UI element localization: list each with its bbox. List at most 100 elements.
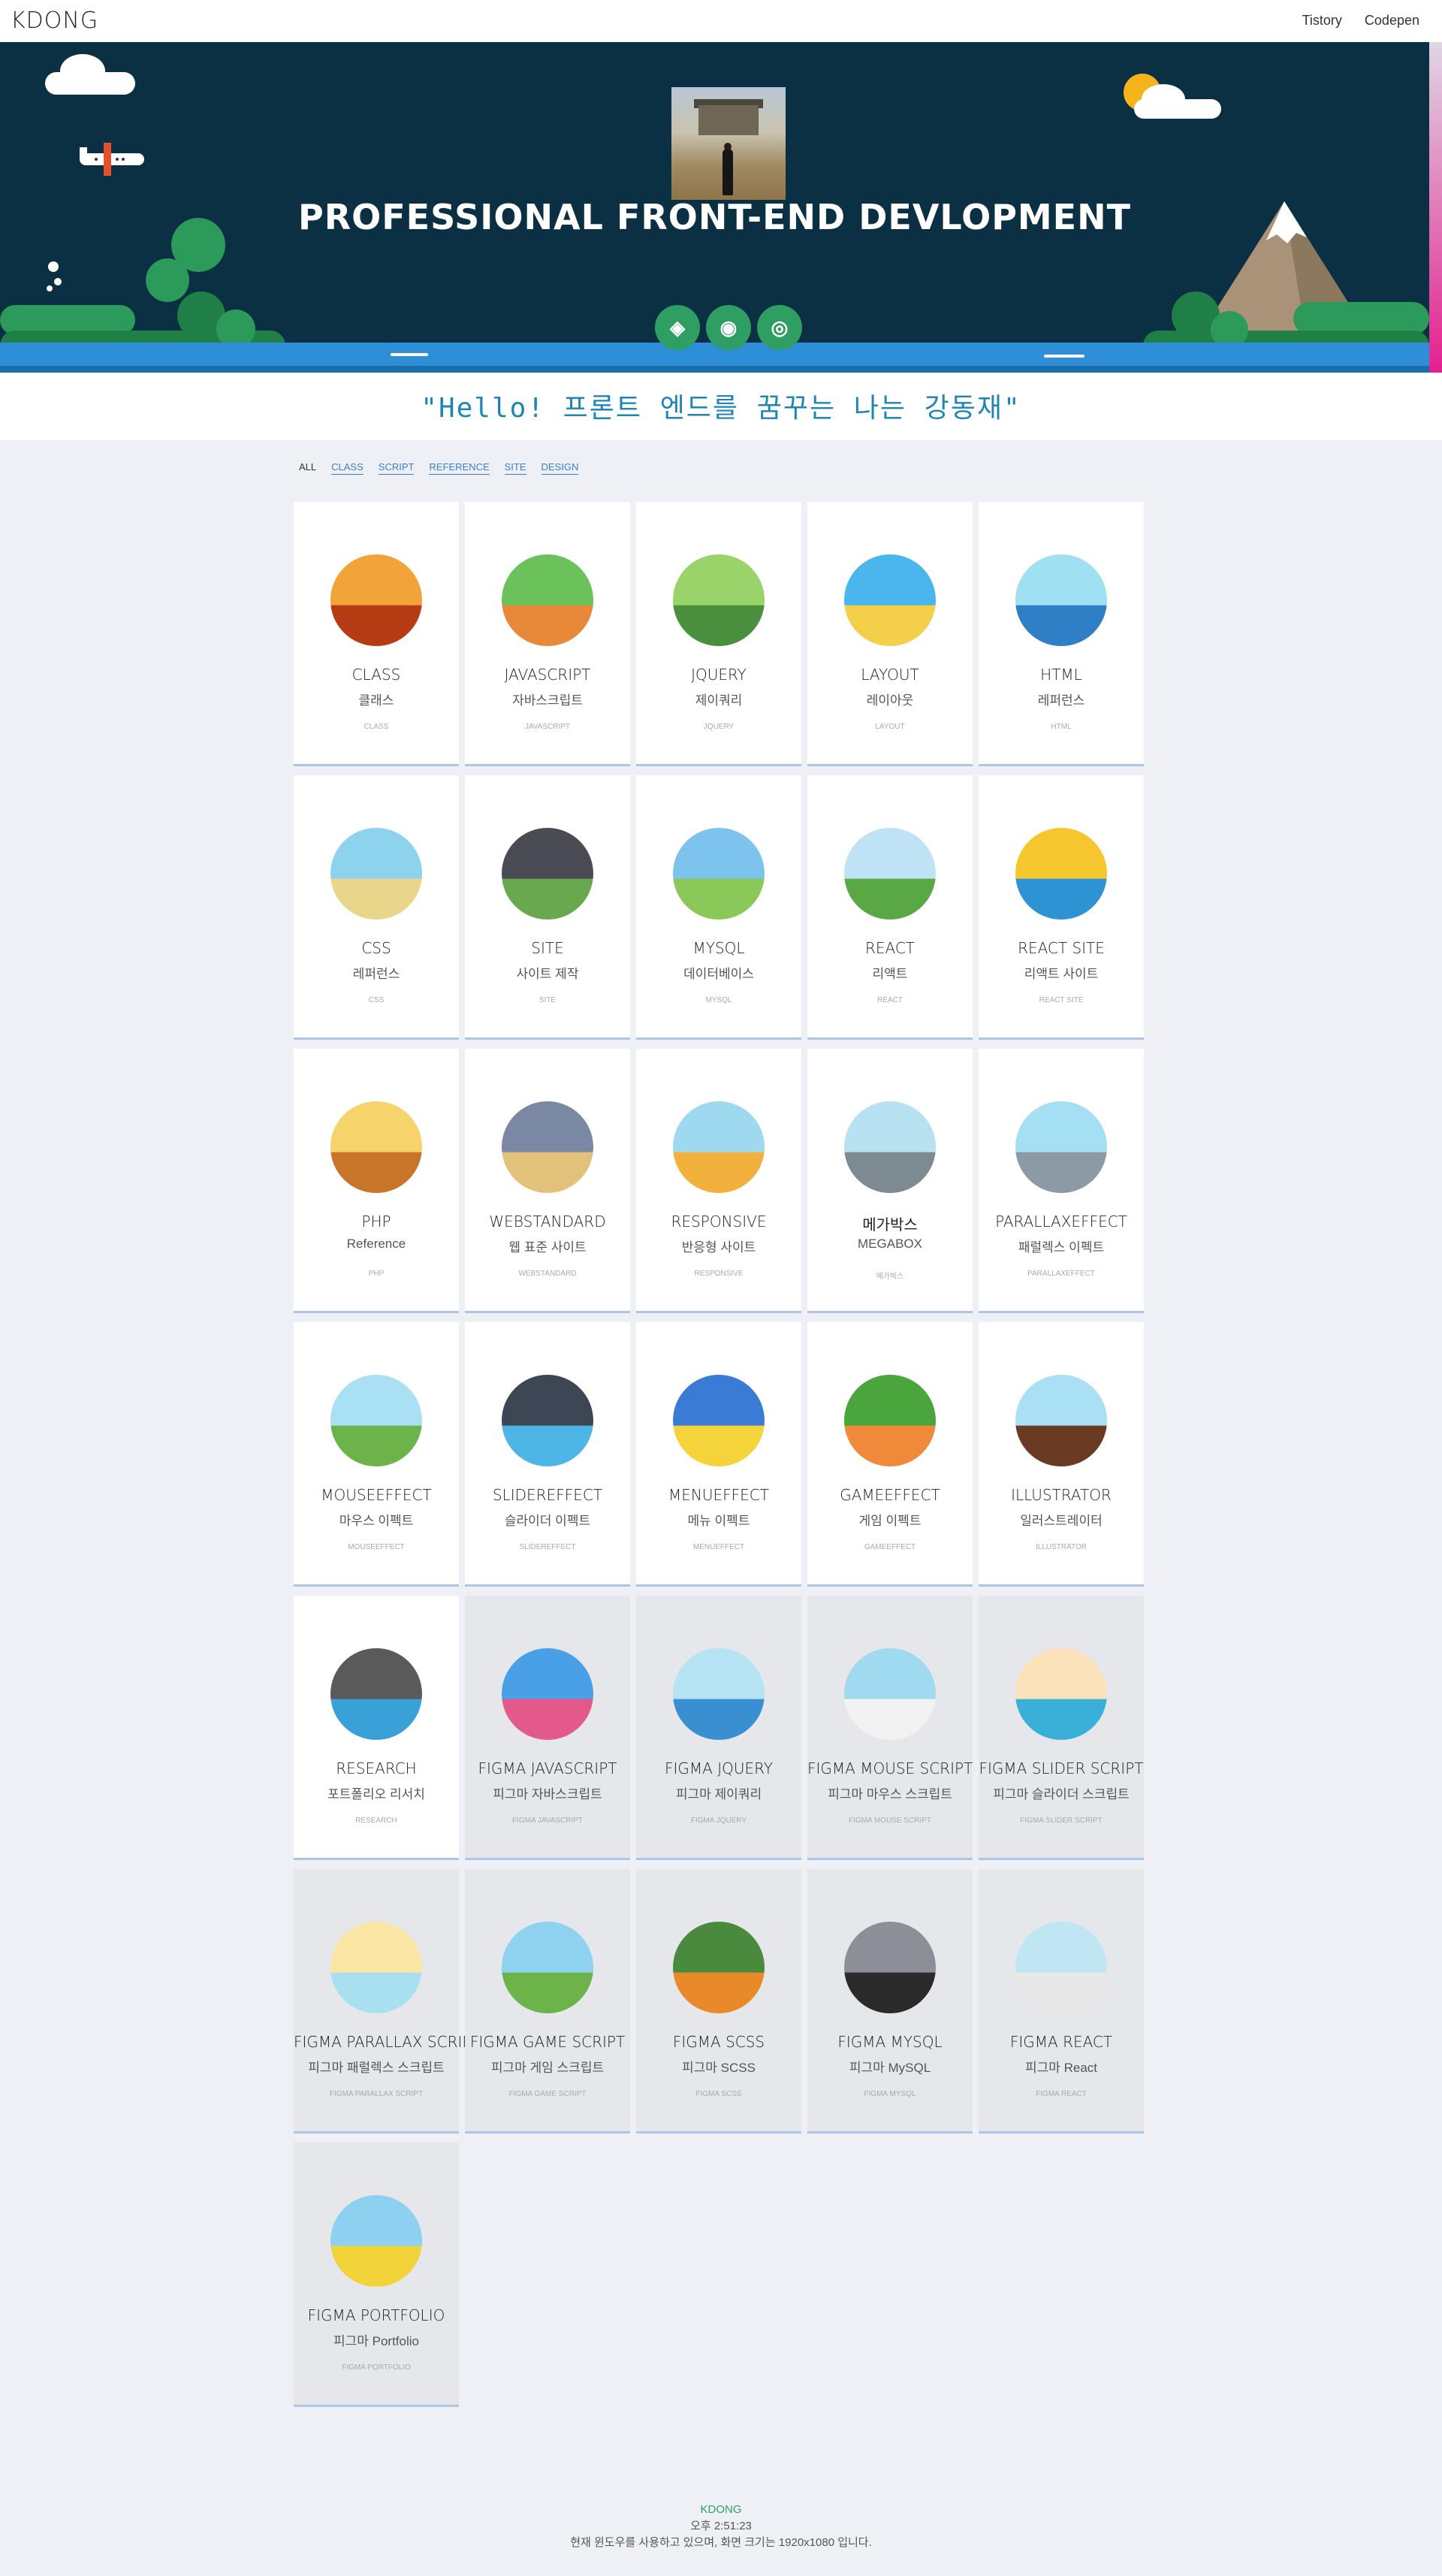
project-card[interactable]: REACT SITE 리액트 사이트 REACT SITE bbox=[979, 775, 1144, 1040]
card-tag: FIGMA SLIDER SCRIPT bbox=[1020, 1816, 1103, 1825]
card-title: MYSQL bbox=[692, 939, 745, 957]
bubble-2 bbox=[54, 278, 62, 285]
card-subtitle: 일러스트레이터 bbox=[1020, 1514, 1103, 1528]
card-tag: MYSQL bbox=[705, 996, 732, 1004]
footer-brand: KDONG bbox=[700, 2503, 742, 2516]
card-title: PARALLAXEFFECT bbox=[995, 1213, 1127, 1231]
card-tag: PARALLAXEFFECT bbox=[1027, 1270, 1095, 1278]
project-card[interactable]: FIGMA JAVASCRIPT 피그마 자바스크립트 FIGMA JAVASCRI… bbox=[465, 1596, 630, 1860]
filter-class[interactable]: CLASS bbox=[331, 461, 364, 475]
project-card[interactable]: HTML 레퍼런스 HTML bbox=[979, 502, 1144, 766]
project-card[interactable]: RESPONSIVE 반응형 사이트 RESPONSIVE bbox=[636, 1049, 801, 1313]
water-deep bbox=[0, 366, 1429, 373]
card-title: CSS bbox=[361, 939, 391, 957]
filter-all[interactable]: ALL bbox=[299, 461, 316, 475]
project-card[interactable]: FIGMA MYSQL 피그마 MySQL FIGMA MYSQL bbox=[807, 1869, 973, 2134]
intro-quote: "Hello! 프론트 엔드를 꿈꾸는 나는 강동재" bbox=[421, 393, 1021, 424]
profile-photo bbox=[671, 87, 786, 200]
card-subtitle: 피그마 Portfolio bbox=[333, 2334, 419, 2348]
card-tag: FIGMA GAME SCRIPT bbox=[508, 2090, 587, 2098]
project-card[interactable]: FIGMA MOUSE SCRIPT 피그마 마우스 스크립트 FIGMA MOUS… bbox=[807, 1596, 973, 1860]
wave-2 bbox=[1044, 355, 1085, 358]
card-illustration-icon bbox=[1015, 1375, 1107, 1466]
card-subtitle: 포트폴리오 리서치 bbox=[327, 1787, 425, 1801]
github-icon[interactable]: ◉ bbox=[706, 305, 751, 350]
card-tag: REACT SITE bbox=[1039, 996, 1084, 1004]
card-subtitle: 패럴렉스 이펙트 bbox=[1018, 1240, 1105, 1255]
card-subtitle: 제이쿼리 bbox=[695, 693, 743, 708]
card-illustration-icon bbox=[1015, 1101, 1107, 1193]
card-tag: JAVASCRIPT bbox=[524, 723, 571, 731]
site-logo[interactable]: KDONG bbox=[11, 8, 98, 34]
card-illustration-icon bbox=[673, 828, 765, 920]
project-card[interactable]: REACT 리액트 REACT bbox=[807, 775, 973, 1040]
footer: KDONG 오후 2:51:23 현재 윈도우를 사용하고 있으며, 화면 크기… bbox=[0, 2502, 1442, 2551]
card-title: FIGMA JAVASCRIPT bbox=[478, 1759, 617, 1777]
card-tag: RESEARCH bbox=[355, 1816, 397, 1825]
project-card[interactable]: FIGMA GAME SCRIPT 피그마 게임 스크립트 FIGMA GAME S… bbox=[465, 1869, 630, 2134]
project-card[interactable]: FIGMA REACT 피그마 React FIGMA REACT bbox=[979, 1869, 1144, 2134]
card-subtitle: 피그마 React bbox=[1024, 2061, 1098, 2075]
bubble-1 bbox=[48, 261, 59, 272]
project-card[interactable]: FIGMA PARALLAX SCRIPT 피그마 패럴렉스 스크립트 FIGMA … bbox=[294, 1869, 481, 2134]
card-subtitle: 피그마 슬라이더 스크립트 bbox=[993, 1787, 1130, 1801]
card-tag: MENUEFFECT bbox=[692, 1543, 745, 1551]
project-card[interactable]: RESEARCH 포트폴리오 리서치 RESEARCH bbox=[294, 1596, 459, 1860]
project-card[interactable]: JQUERY 제이쿼리 JQUERY bbox=[636, 502, 801, 766]
card-subtitle: 피그마 SCSS bbox=[682, 2061, 756, 2075]
filter-design[interactable]: DESIGN bbox=[541, 461, 579, 475]
card-illustration-icon bbox=[1015, 1922, 1107, 2013]
project-card[interactable]: PHP Reference PHP bbox=[294, 1049, 459, 1313]
card-title: MOUSEEFFECT bbox=[321, 1486, 432, 1504]
card-illustration-icon bbox=[330, 1101, 422, 1193]
project-card[interactable]: PARALLAXEFFECT 패럴렉스 이펙트 PARALLAXEFFECT bbox=[979, 1049, 1144, 1313]
project-card[interactable]: MYSQL 데이터베이스 MYSQL bbox=[636, 775, 801, 1040]
top-bar: KDONG Tistory Codepen bbox=[0, 0, 1442, 42]
card-title: JAVASCRIPT bbox=[504, 666, 591, 684]
card-subtitle: Reference bbox=[346, 1237, 406, 1251]
card-subtitle: 반응형 사이트 bbox=[681, 1240, 756, 1255]
project-card[interactable]: MENUEFFECT 메뉴 이펙트 MENUEFFECT bbox=[636, 1322, 801, 1587]
card-illustration-icon bbox=[330, 2195, 422, 2287]
nav-link-tistory[interactable]: Tistory bbox=[1302, 13, 1342, 29]
project-card[interactable]: ILLUSTRATOR 일러스트레이터 ILLUSTRATOR bbox=[979, 1322, 1144, 1587]
card-subtitle: 리액트 bbox=[872, 967, 908, 981]
project-card[interactable]: CSS 레퍼런스 CSS bbox=[294, 775, 459, 1040]
card-title: PHP bbox=[361, 1213, 391, 1231]
project-card[interactable]: 메가박스 MEGABOX 메가박스 bbox=[807, 1049, 973, 1313]
codepen-icon[interactable]: ◈ bbox=[655, 305, 700, 350]
card-subtitle: 레퍼런스 bbox=[1037, 693, 1085, 708]
card-illustration-icon bbox=[502, 1922, 593, 2013]
card-subtitle: 피그마 게임 스크립트 bbox=[490, 2061, 605, 2075]
card-title: GAMEEFFECT bbox=[840, 1486, 940, 1504]
project-card[interactable]: FIGMA PORTFOLIO 피그마 Portfolio FIGMA PORTFO… bbox=[294, 2143, 459, 2407]
filter-site[interactable]: SITE bbox=[504, 461, 526, 475]
instagram-icon[interactable]: ◎ bbox=[757, 305, 802, 350]
project-card[interactable]: FIGMA JQUERY 피그마 제이쿼리 FIGMA JQUERY bbox=[636, 1596, 801, 1860]
nav-link-codepen[interactable]: Codepen bbox=[1365, 13, 1419, 29]
card-title: MENUEFFECT bbox=[668, 1486, 769, 1504]
card-tag: FIGMA MOUSE SCRIPT bbox=[848, 1816, 931, 1825]
card-subtitle: 피그마 제이쿼리 bbox=[675, 1787, 762, 1801]
card-illustration-icon bbox=[673, 1375, 765, 1466]
filter-script[interactable]: SCRIPT bbox=[378, 461, 415, 475]
project-card[interactable]: FIGMA SLIDER SCRIPT 피그마 슬라이더 스크립트 FIGMA SL… bbox=[979, 1596, 1144, 1860]
project-card[interactable]: WEBSTANDARD 웹 표준 사이트 WEBSTANDARD bbox=[465, 1049, 630, 1313]
project-card[interactable]: SLIDEREFFECT 슬라이더 이펙트 SLIDEREFFECT bbox=[465, 1322, 630, 1587]
project-card[interactable]: CLASS 클래스 CLASS bbox=[294, 502, 459, 766]
card-illustration-icon bbox=[330, 1375, 422, 1466]
card-subtitle: 피그마 자바스크립트 bbox=[493, 1787, 602, 1801]
social-links: ◈ ◉ ◎ bbox=[655, 305, 802, 350]
card-tag: ILLUSTRATOR bbox=[1036, 1543, 1087, 1551]
card-subtitle: 레퍼런스 bbox=[352, 967, 400, 981]
card-tag: FIGMA PARALLAX SCRIPT bbox=[329, 2090, 424, 2098]
project-card[interactable]: JAVASCRIPT 자바스크립트 JAVASCRIPT bbox=[465, 502, 630, 766]
project-card[interactable]: GAMEEFFECT 게임 이펙트 GAMEEFFECT bbox=[807, 1322, 973, 1587]
project-card[interactable]: SITE 사이트 제작 SITE bbox=[465, 775, 630, 1040]
project-card[interactable]: LAYOUT 레이아웃 LAYOUT bbox=[807, 502, 973, 766]
project-card[interactable]: MOUSEEFFECT 마우스 이펙트 MOUSEEFFECT bbox=[294, 1322, 459, 1587]
project-card[interactable]: FIGMA SCSS 피그마 SCSS FIGMA SCSS bbox=[636, 1869, 801, 2134]
card-tag: FIGMA JAVASCRIPT bbox=[511, 1816, 584, 1825]
card-illustration-icon bbox=[844, 1101, 936, 1193]
filter-reference[interactable]: REFERENCE bbox=[429, 461, 490, 475]
